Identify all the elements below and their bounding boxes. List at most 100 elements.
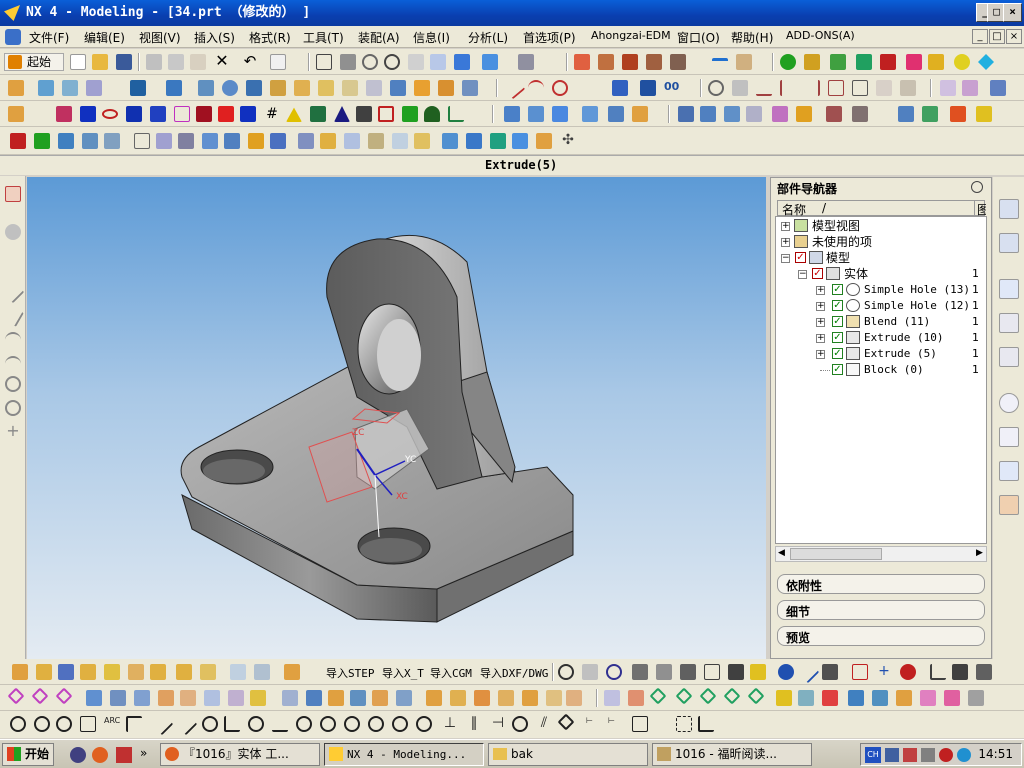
checkbox[interactable]: ✓ bbox=[832, 300, 843, 311]
sphere-icon[interactable] bbox=[222, 80, 238, 96]
sk-midpoint-icon[interactable] bbox=[344, 716, 360, 732]
sk-offset-icon[interactable]: ⊥ bbox=[442, 716, 458, 732]
tree-item-model-views[interactable]: + 模型视图 bbox=[776, 218, 986, 234]
sk-corner-icon[interactable] bbox=[126, 716, 142, 732]
color-icon[interactable] bbox=[196, 106, 212, 122]
edm-fix-icon[interactable] bbox=[880, 54, 896, 70]
camera-icon[interactable] bbox=[680, 664, 696, 680]
doc-restore-button[interactable]: □ bbox=[989, 29, 1005, 44]
analysis-curve-icon[interactable] bbox=[604, 690, 620, 706]
doc-close-button[interactable]: × bbox=[1006, 29, 1022, 44]
draft-analysis-icon[interactable] bbox=[776, 690, 792, 706]
orient-view-icon[interactable] bbox=[482, 54, 498, 70]
check-geometry-icon[interactable] bbox=[798, 690, 814, 706]
menu-file[interactable]: 文件(F) bbox=[29, 29, 69, 46]
tray-security-icon[interactable] bbox=[939, 748, 953, 762]
sk-dim-3-icon[interactable] bbox=[632, 716, 648, 732]
quicklaunch-more-icon[interactable]: » bbox=[140, 746, 147, 760]
chamfer-icon[interactable] bbox=[414, 80, 430, 96]
highlight-lines-icon[interactable] bbox=[920, 690, 936, 706]
menu-window[interactable]: 窗口(O) bbox=[677, 29, 720, 46]
surface-continuity-icon[interactable] bbox=[848, 690, 864, 706]
offset-surface-icon[interactable] bbox=[282, 690, 298, 706]
sk-line-2-icon[interactable] bbox=[174, 712, 198, 736]
boolean-icon[interactable] bbox=[130, 80, 146, 96]
sk-point-on-icon[interactable] bbox=[320, 716, 336, 732]
measure-distance-icon[interactable] bbox=[712, 58, 728, 66]
transform-icon[interactable] bbox=[990, 80, 1006, 96]
tree-item-extrude-10[interactable]: + ✓ Extrude (10) 1 bbox=[776, 330, 986, 346]
tray-ie-icon[interactable] bbox=[957, 748, 971, 762]
snap-view-icon[interactable] bbox=[454, 54, 470, 70]
quicklaunch-icon-3[interactable] bbox=[116, 747, 132, 763]
zoom-window-icon[interactable] bbox=[340, 54, 356, 70]
sk-fixed-icon[interactable] bbox=[392, 716, 408, 732]
save-icon[interactable] bbox=[116, 54, 132, 70]
task-bak-folder[interactable]: bak bbox=[488, 743, 648, 766]
styled-sweep-icon[interactable] bbox=[498, 690, 514, 706]
sk-perpendicular-icon[interactable] bbox=[272, 716, 288, 732]
pattern-icon[interactable] bbox=[772, 106, 788, 122]
start-button[interactable]: 开始 bbox=[2, 743, 54, 766]
macro-icon[interactable] bbox=[952, 664, 968, 680]
component-icon[interactable] bbox=[528, 106, 544, 122]
grid-icon[interactable] bbox=[126, 106, 142, 122]
delete-icon[interactable]: ✕ bbox=[214, 53, 230, 70]
language-indicator[interactable]: CH bbox=[865, 747, 881, 763]
tree-item-model[interactable]: − ✓ 模型 bbox=[776, 250, 986, 266]
attribute-icon[interactable] bbox=[8, 106, 24, 122]
hd3d-tools-icon[interactable] bbox=[999, 313, 1019, 333]
styled-corner-icon[interactable] bbox=[546, 690, 562, 706]
restore-view-icon[interactable] bbox=[430, 54, 446, 70]
mold-family-icon[interactable] bbox=[156, 133, 172, 149]
line-icon[interactable] bbox=[502, 76, 526, 100]
import-dxf-dwg-button[interactable]: 导入DXF/DWG bbox=[480, 665, 548, 681]
tree-item-body[interactable]: − ✓ 实体 1 bbox=[776, 266, 986, 282]
pocket-icon[interactable] bbox=[294, 80, 310, 96]
tree-item-extrude-5[interactable]: + ✓ Extrude (5) 1 bbox=[776, 346, 986, 362]
snap-mid-icon[interactable] bbox=[58, 664, 74, 680]
process-studio-icon[interactable] bbox=[999, 461, 1019, 481]
n-sided-icon[interactable] bbox=[228, 690, 244, 706]
mold-slider-icon[interactable] bbox=[298, 133, 314, 149]
scroll-right-icon[interactable]: ▶ bbox=[976, 548, 983, 558]
expand-icon[interactable]: + bbox=[816, 350, 825, 359]
tree-icon[interactable]: # bbox=[264, 106, 280, 122]
analysis-face-icon[interactable] bbox=[628, 690, 644, 706]
flag-icon[interactable] bbox=[402, 106, 418, 122]
menu-list-icon[interactable] bbox=[728, 664, 744, 680]
menu-tools[interactable]: 工具(T) bbox=[303, 29, 344, 46]
sketch-fillet-icon[interactable] bbox=[5, 356, 21, 372]
menu-ahongzai-edm[interactable]: Ahongzai-EDM bbox=[591, 29, 671, 42]
sk-circle-icon[interactable] bbox=[10, 716, 26, 732]
mold-tools-icon[interactable] bbox=[178, 133, 194, 149]
panel-dependencies[interactable]: 依附性 bbox=[777, 574, 985, 594]
sk-dim-icon[interactable]: ⊢ bbox=[586, 716, 602, 732]
copy-icon[interactable] bbox=[168, 54, 184, 70]
arc-icon[interactable] bbox=[528, 80, 544, 96]
collapse-icon[interactable]: − bbox=[781, 254, 790, 263]
list-icon[interactable] bbox=[632, 664, 648, 680]
display-icon[interactable] bbox=[240, 106, 256, 122]
system-materials-icon[interactable] bbox=[999, 427, 1019, 447]
snap-quad-icon[interactable] bbox=[104, 664, 120, 680]
cycle-icon[interactable] bbox=[606, 664, 622, 680]
sketch-line-icon[interactable] bbox=[1, 280, 25, 304]
mold-trim-icon[interactable] bbox=[442, 133, 458, 149]
mold-hole-table-icon[interactable] bbox=[536, 133, 552, 149]
show-hide-icon[interactable] bbox=[102, 109, 118, 119]
menu-preferences[interactable]: 首选项(P) bbox=[523, 29, 576, 46]
expand-icon[interactable]: + bbox=[816, 302, 825, 311]
sk-circle-3pt-icon[interactable] bbox=[56, 716, 72, 732]
curvature-icon[interactable] bbox=[822, 690, 838, 706]
snap-point-icon[interactable] bbox=[12, 664, 28, 680]
snap-intersect-icon[interactable] bbox=[150, 664, 166, 680]
hat-icon[interactable] bbox=[424, 106, 440, 122]
analysis-slope-icon[interactable] bbox=[723, 687, 741, 705]
cylinder-icon[interactable] bbox=[198, 80, 214, 96]
mold-runner-icon[interactable] bbox=[368, 133, 384, 149]
tag-icon[interactable] bbox=[976, 106, 992, 122]
warning-icon[interactable] bbox=[286, 107, 302, 122]
toolbar-options-icon[interactable] bbox=[976, 664, 992, 680]
menu-addons[interactable]: ADD-ONS(A) bbox=[786, 29, 855, 42]
